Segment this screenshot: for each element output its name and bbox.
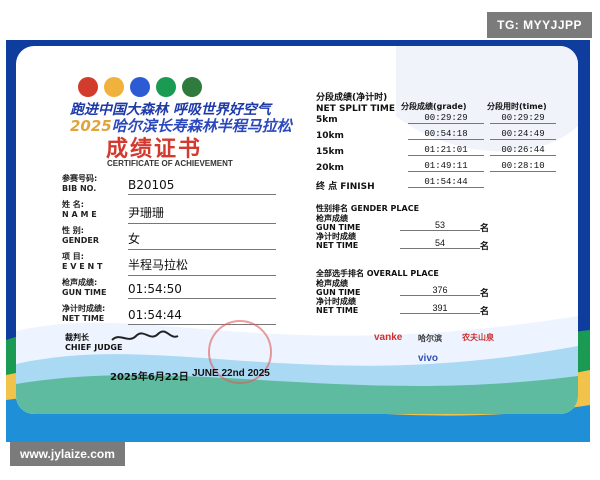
logo-icon [156, 77, 176, 97]
gender-place-title: 性别排名 GENDER PLACE [316, 204, 420, 213]
split-row: 10km 00:54:18 00:24:49 [316, 129, 556, 145]
gender-gun-label-cn: 枪声成绩 [316, 214, 348, 223]
gender-gun-unit: 名 [480, 224, 490, 234]
split-time: 00:28:10 [490, 161, 556, 172]
split-row: 15km 01:21:01 00:26:44 [316, 145, 556, 161]
event-label-cn: 项 目: [62, 252, 84, 261]
event-value: 半程马拉松 [128, 256, 276, 276]
split-row: 5km 00:29:29 00:29:29 [316, 113, 556, 129]
gender-net-place: 54 [400, 238, 480, 249]
split-km: 终 点 FINISH [316, 182, 375, 192]
split-row-finish: 终 点 FINISH 01:54:44 [316, 177, 556, 193]
overall-gun-label: 枪声成绩 GUN TIME [316, 279, 360, 297]
gun-time-label-cn: 枪声成绩: [62, 278, 98, 287]
gender-net-unit: 名 [480, 242, 490, 252]
logo-icon [130, 77, 150, 97]
net-time-label-en: NET TIME [62, 314, 105, 323]
gender-net-label-en: NET TIME [316, 241, 359, 250]
logo-icon [182, 77, 202, 97]
sponsor-vanke: vanke [374, 332, 403, 343]
event-label: 项 目: E V E N T [62, 252, 132, 272]
gender-value: 女 [128, 230, 276, 250]
certificate-subtitle: CERTIFICATE OF ACHIEVEMENT [107, 159, 233, 168]
split-row: 20km 01:49:11 00:28:10 [316, 161, 556, 177]
gender-label-cn: 性 别: [62, 226, 84, 235]
split-grade: 01:21:01 [408, 145, 484, 156]
split-title-cn: 分段成绩(净计时) [316, 93, 388, 103]
gender-gun-label: 枪声成绩 GUN TIME [316, 214, 360, 232]
split-col-grade: 分段成绩(grade) [401, 102, 467, 111]
gun-time-label-en: GUN TIME [62, 288, 107, 297]
split-grade: 00:54:18 [408, 129, 484, 140]
bib-label: 参赛号码: BIB NO. [62, 174, 132, 194]
split-time: 00:24:49 [490, 129, 556, 140]
overall-gun-place: 376 [400, 285, 480, 296]
split-grade: 01:54:44 [408, 177, 484, 188]
overall-gun-label-cn: 枪声成绩 [316, 279, 348, 288]
bib-label-en: BIB NO. [62, 184, 97, 193]
bib-value: B20105 [128, 178, 276, 195]
split-grade: 00:29:29 [408, 113, 484, 124]
split-time: 00:26:44 [490, 145, 556, 156]
gender-gun-place: 53 [400, 220, 480, 231]
name-value: 尹珊珊 [128, 204, 276, 224]
organizer-logos [78, 74, 248, 100]
split-title: 分段成绩(净计时) NET SPLIT TIME [316, 93, 395, 115]
overall-net-place: 391 [400, 303, 480, 314]
name-label-cn: 姓 名: [62, 200, 84, 209]
overall-gun-unit: 名 [480, 289, 490, 299]
overall-net-label-cn: 净计时成绩 [316, 297, 356, 306]
split-km: 20km [316, 163, 344, 173]
name-label-en: N A M E [62, 210, 97, 219]
overall-place-title: 全部选手排名 OVERALL PLACE [316, 269, 439, 278]
watermark-top-right: TG: MYYJJPP [487, 12, 592, 38]
gender-net-label-cn: 净计时成绩 [316, 232, 356, 241]
overall-net-unit: 名 [480, 307, 490, 317]
logo-icon [78, 77, 98, 97]
net-time-label-cn: 净计时成绩: [62, 304, 106, 313]
overall-net-label: 净计时成绩 NET TIME [316, 297, 358, 315]
split-km: 10km [316, 131, 344, 141]
gun-time-value: 01:54:50 [128, 282, 276, 299]
date-en: JUNE 22nd 2025 [192, 368, 270, 379]
gun-time-label: 枪声成绩: GUN TIME [62, 278, 132, 298]
overall-gun-label-en: GUN TIME [316, 288, 361, 297]
gender-net-label: 净计时成绩 NET TIME [316, 232, 358, 250]
gender-label: 性 别: GENDER [62, 226, 132, 246]
split-grade: 01:49:11 [408, 161, 484, 172]
sponsor-harbin: 哈尔滨 [418, 334, 442, 343]
split-col-time: 分段用时(time) [487, 102, 547, 111]
bib-label-cn: 参赛号码: [62, 174, 98, 183]
watermark-bottom-left: www.jylaize.com [10, 442, 125, 466]
logo-icon [104, 77, 124, 97]
gender-label-en: GENDER [62, 236, 99, 245]
split-km: 5km [316, 115, 338, 125]
sponsor-nongfu: 农夫山泉 [462, 333, 494, 342]
date-cn: 2025年6月22日 [110, 372, 189, 383]
event-label-en: E V E N T [62, 262, 103, 271]
split-km: 15km [316, 147, 344, 157]
overall-net-label-en: NET TIME [316, 306, 359, 315]
sponsor-vivo: vivo [418, 353, 439, 364]
split-time: 00:29:29 [490, 113, 556, 124]
name-label: 姓 名: N A M E [62, 200, 132, 220]
gender-gun-label-en: GUN TIME [316, 223, 361, 232]
judge-signature [111, 330, 179, 341]
net-time-label: 净计时成绩: NET TIME [62, 304, 132, 324]
